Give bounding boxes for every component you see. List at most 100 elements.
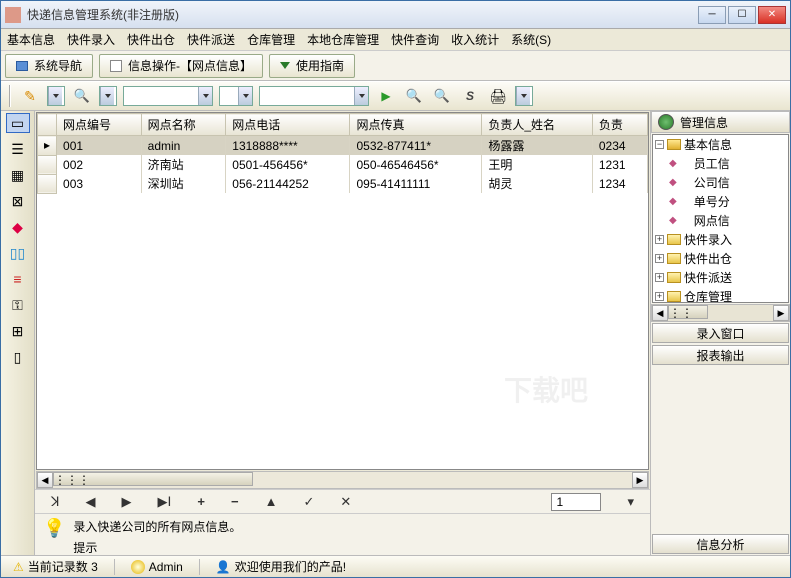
hint-label: 提示 xyxy=(73,539,241,556)
tree-item[interactable]: +快件出仓 xyxy=(655,249,788,268)
menu-out[interactable]: 快件出仓 xyxy=(127,31,175,48)
col-id[interactable]: 网点编号 xyxy=(57,114,142,136)
tree-leaf[interactable]: +网点信 xyxy=(669,211,788,230)
tree[interactable]: −基本信息 +员工信 +公司信 +单号分 +网点信 +快件录入 +快件出仓 +快… xyxy=(652,134,789,303)
nav-del-icon[interactable]: − xyxy=(231,494,239,509)
tab-guide[interactable]: 使用指南 xyxy=(269,54,355,78)
nav-prev-icon[interactable]: ◀ xyxy=(86,494,96,510)
combo-1[interactable] xyxy=(123,86,213,106)
tree-leaf[interactable]: +员工信 xyxy=(669,154,788,173)
tab-info[interactable]: 信息操作-【网点信息】 xyxy=(99,54,263,78)
col-tel[interactable]: 网点电话 xyxy=(226,114,350,136)
col-name[interactable]: 网点名称 xyxy=(141,114,226,136)
hint-text: 录入快递公司的所有网点信息。 xyxy=(73,518,241,535)
menu-dispatch[interactable]: 快件派送 xyxy=(187,31,235,48)
tab-info-label: 信息操作-【网点信息】 xyxy=(128,57,252,74)
col-ext[interactable]: 负责 xyxy=(592,114,647,136)
menu-query[interactable]: 快件查询 xyxy=(391,31,439,48)
scroll-right-icon[interactable]: ▶ xyxy=(632,472,648,488)
tab-nav-label: 系统导航 xyxy=(34,57,82,74)
rail-table-icon[interactable]: ▦ xyxy=(6,165,30,185)
bulb-icon xyxy=(43,518,65,539)
scroll-left-icon[interactable]: ◀ xyxy=(37,472,53,488)
tab-nav[interactable]: 系统导航 xyxy=(5,54,93,78)
s-icon[interactable] xyxy=(459,85,481,107)
rail-chart-icon[interactable]: ▯▯ xyxy=(6,243,30,263)
tree-hscroll[interactable]: ◀⋮⋮▶ xyxy=(651,304,790,322)
scroll-thumb[interactable]: ⋮⋮⋮ xyxy=(53,472,253,486)
user-icon xyxy=(131,560,145,574)
rail-key-icon[interactable]: ⚿ xyxy=(6,295,30,315)
btn-input-window[interactable]: 录入窗口 xyxy=(652,323,789,343)
rail-grid-icon[interactable]: ▭ xyxy=(6,113,30,133)
menu-input[interactable]: 快件录入 xyxy=(67,31,115,48)
print-icon[interactable] xyxy=(487,85,509,107)
page-input[interactable] xyxy=(551,493,601,511)
nav-next-icon[interactable]: ▶ xyxy=(122,494,132,510)
tree-item[interactable]: +仓库管理 xyxy=(655,287,788,303)
menu-warehouse[interactable]: 仓库管理 xyxy=(247,31,295,48)
combo-3[interactable] xyxy=(259,86,369,106)
menu-basic[interactable]: 基本信息 xyxy=(7,31,55,48)
btn-report-output[interactable]: 报表输出 xyxy=(652,345,789,365)
minimize-button[interactable]: ─ xyxy=(698,6,726,24)
statusbar: 当前记录数 3 Admin 欢迎使用我们的产品! xyxy=(1,555,790,577)
find-icon[interactable] xyxy=(403,85,425,107)
status-records: 当前记录数 3 xyxy=(28,558,98,575)
rail-list-icon[interactable]: ☰ xyxy=(6,139,30,159)
globe-icon xyxy=(658,114,674,130)
menubar: 基本信息 快件录入 快件出仓 快件派送 仓库管理 本地仓库管理 快件查询 收入统… xyxy=(1,29,790,51)
run-icon[interactable] xyxy=(375,85,397,107)
arrow-down-icon xyxy=(280,62,290,69)
tree-basic[interactable]: −基本信息 xyxy=(655,135,788,154)
col-fax[interactable]: 网点传真 xyxy=(350,114,482,136)
titlebar: 快递信息管理系统(非注册版) ─ ☐ ✕ xyxy=(1,1,790,29)
person-icon xyxy=(216,560,231,574)
menu-income[interactable]: 收入统计 xyxy=(451,31,499,48)
col-mgr[interactable]: 负责人_姓名 xyxy=(482,114,593,136)
nav-edit-icon[interactable]: ▲ xyxy=(265,494,278,509)
left-rail: ▭ ☰ ▦ ⊠ ◆ ▯▯ ≡ ⚿ ⊞ ▯ xyxy=(1,111,35,555)
search-dropdown[interactable] xyxy=(99,86,117,106)
nav-last-icon[interactable]: ▶ꓲ xyxy=(158,494,172,510)
nav-ok-icon[interactable]: ✓ xyxy=(303,494,314,510)
menu-system[interactable]: 系统(S) xyxy=(511,31,551,48)
menu-localwarehouse[interactable]: 本地仓库管理 xyxy=(307,31,379,48)
window-title: 快递信息管理系统(非注册版) xyxy=(27,6,698,23)
maximize-button[interactable]: ☐ xyxy=(728,6,756,24)
hint-panel: 录入快递公司的所有网点信息。 提示 xyxy=(35,513,650,555)
nav-go-icon[interactable]: ▾ xyxy=(627,494,634,510)
btn-info-analyze[interactable]: 信息分析 xyxy=(652,534,789,554)
find2-icon[interactable] xyxy=(431,85,453,107)
table-row[interactable]: ▸001admin1318888****0532-877411*杨露露0234 xyxy=(38,136,648,156)
rail-tag-icon[interactable]: ◆ xyxy=(6,217,30,237)
rail-bars-icon[interactable]: ≡ xyxy=(6,269,30,289)
nav-add-icon[interactable]: + xyxy=(197,494,205,509)
combo-2[interactable] xyxy=(219,86,253,106)
nav-cancel-icon[interactable]: ✕ xyxy=(340,494,351,510)
close-button[interactable]: ✕ xyxy=(758,6,786,24)
right-header: 管理信息 xyxy=(651,111,790,133)
tabbar: 系统导航 信息操作-【网点信息】 使用指南 xyxy=(1,51,790,81)
h-scrollbar[interactable]: ◀ ⋮⋮⋮ ▶ xyxy=(36,471,649,489)
tree-item[interactable]: +快件录入 xyxy=(655,230,788,249)
tree-leaf[interactable]: +公司信 xyxy=(669,173,788,192)
edit-dropdown[interactable] xyxy=(47,86,65,106)
table-row[interactable]: 003深圳站056-21144252095-41411111胡灵1234 xyxy=(38,174,648,193)
watermark: 下载吧 xyxy=(504,369,588,409)
app-icon xyxy=(5,7,21,23)
rail-calc-icon[interactable]: ⊞ xyxy=(6,321,30,341)
tree-leaf[interactable]: +单号分 xyxy=(669,192,788,211)
edit-icon[interactable] xyxy=(19,85,41,107)
print-dropdown[interactable] xyxy=(515,86,533,106)
rail-close-icon[interactable]: ⊠ xyxy=(6,191,30,211)
window-icon xyxy=(16,61,28,71)
rail-doc-icon[interactable]: ▯ xyxy=(6,347,30,367)
right-header-label: 管理信息 xyxy=(680,114,728,131)
table-row[interactable]: 002济南站0501-456456*050-46546456*王明1231 xyxy=(38,155,648,174)
nav-first-icon[interactable]: ꓘ xyxy=(51,494,60,510)
search-icon[interactable] xyxy=(71,85,93,107)
data-grid[interactable]: 网点编号 网点名称 网点电话 网点传真 负责人_姓名 负责 ▸001admin1… xyxy=(36,112,649,470)
toolbar xyxy=(1,81,790,111)
tree-item[interactable]: +快件派送 xyxy=(655,268,788,287)
